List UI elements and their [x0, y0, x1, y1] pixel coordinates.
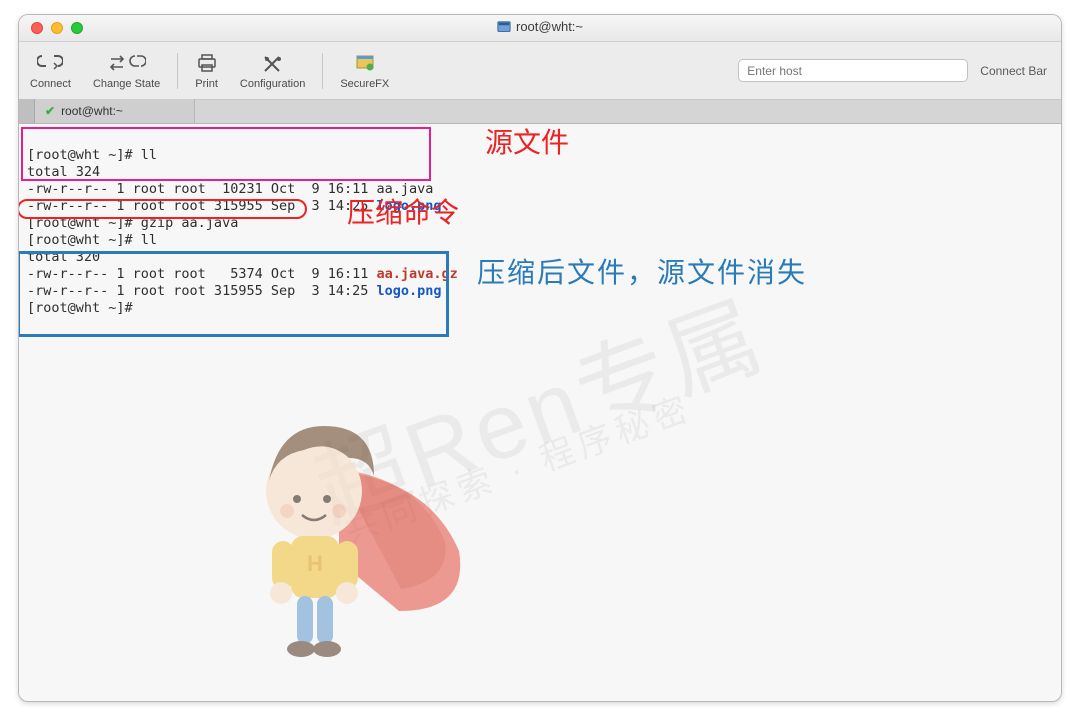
- tab-label: root@wht:~: [61, 104, 123, 118]
- connect-icon: [37, 51, 63, 75]
- tab-bar: ✔ root@wht:~: [19, 100, 1061, 124]
- change-state-icon: [108, 51, 146, 75]
- term-line: -rw-r--r-- 1 root root 10231 Oct 9 16:11…: [27, 181, 433, 197]
- app-window: root@wht:~ Connect Change State Print Co…: [18, 14, 1062, 702]
- toolbar-divider: [177, 53, 178, 89]
- annotation-command: 压缩命令: [347, 204, 459, 221]
- securefx-label: SecureFX: [340, 78, 389, 90]
- toolbar-divider-2: [322, 53, 323, 89]
- cartoon-decoration: H: [219, 421, 479, 702]
- traffic-lights: [31, 22, 83, 34]
- host-input[interactable]: [738, 59, 968, 82]
- print-icon: [196, 51, 218, 75]
- annotation-box-source: [21, 127, 431, 181]
- zoom-icon[interactable]: [71, 22, 83, 34]
- configuration-label: Configuration: [240, 78, 305, 90]
- securefx-icon: [355, 51, 375, 75]
- configuration-button[interactable]: Configuration: [240, 51, 305, 90]
- connect-button[interactable]: Connect: [30, 51, 71, 90]
- annotation-source: 源文件: [485, 134, 569, 151]
- tab-handle[interactable]: [19, 99, 35, 123]
- terminal-area[interactable]: [root@wht ~]# ll total 324 -rw-r--r-- 1 …: [19, 124, 1061, 701]
- host-wrap: Connect Bar: [738, 59, 1047, 82]
- watermark: 超Ren专属: [317, 324, 763, 500]
- close-icon[interactable]: [31, 22, 43, 34]
- terminal-icon: [497, 20, 511, 34]
- check-icon: ✔: [45, 104, 55, 118]
- titlebar: root@wht:~: [19, 15, 1061, 42]
- tab-session[interactable]: ✔ root@wht:~: [35, 99, 195, 123]
- print-label: Print: [195, 78, 218, 90]
- watermark-sub: 共同探索 · 程序秘密: [343, 399, 695, 541]
- annotation-box-result: [18, 251, 449, 337]
- change-state-button[interactable]: Change State: [93, 51, 160, 90]
- svg-text:H: H: [307, 551, 323, 576]
- securefx-button[interactable]: SecureFX: [340, 51, 389, 90]
- annotation-box-command: [18, 199, 307, 219]
- change-state-label: Change State: [93, 78, 160, 90]
- window-title-text: root@wht:~: [516, 19, 583, 34]
- connect-bar-label: Connect Bar: [980, 64, 1047, 78]
- configuration-icon: [261, 51, 285, 75]
- toolbar: Connect Change State Print Configuration…: [19, 42, 1061, 100]
- term-line: [root@wht ~]# ll: [27, 232, 157, 248]
- annotation-result: 压缩后文件，源文件消失: [477, 264, 807, 281]
- print-button[interactable]: Print: [195, 51, 218, 90]
- connect-label: Connect: [30, 78, 71, 90]
- minimize-icon[interactable]: [51, 22, 63, 34]
- window-title: root@wht:~: [497, 19, 583, 34]
